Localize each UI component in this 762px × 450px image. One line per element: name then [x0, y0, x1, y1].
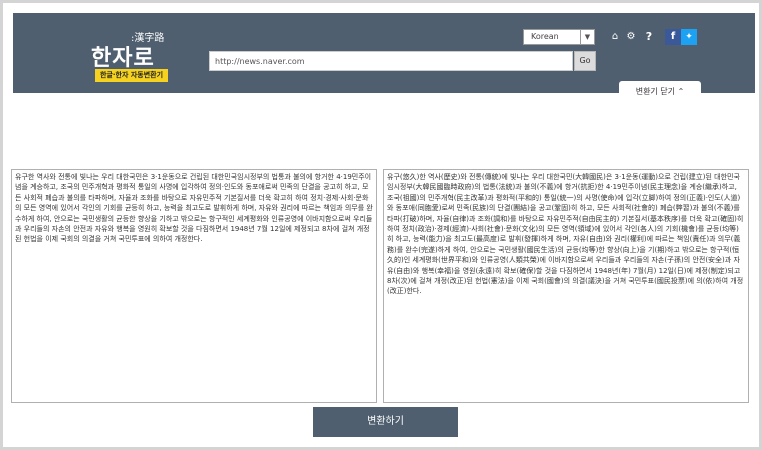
facebook-icon[interactable]: f	[665, 29, 681, 45]
source-text-input[interactable]: 유구한 역사와 전통에 빛나는 우리 대한국민은 3·1운동으로 건립된 대한민…	[11, 169, 377, 403]
home-icon[interactable]: ⌂	[607, 29, 623, 45]
header-bar: :漢字路 한자로 한글·한자 자동변환기 Go Korean ▼ ⌂ ⚙ ? f…	[13, 13, 755, 103]
logo[interactable]: 한자로	[91, 40, 155, 72]
chevron-down-icon: ▼	[580, 30, 594, 44]
language-select[interactable]: Korean ▼	[523, 29, 595, 45]
page-frame: :漢字路 한자로 한글·한자 자동변환기 Go Korean ▼ ⌂ ⚙ ? f…	[3, 3, 759, 447]
close-converter-tab[interactable]: 변환기 닫기 ⌃	[619, 81, 701, 103]
result-text-output[interactable]: 유구(悠久)한 역사(歷史)와 전통(傳統)에 빛나는 우리 대한국민(大韓國民…	[383, 169, 749, 403]
twitter-icon[interactable]: ✦	[681, 29, 697, 45]
language-value: Korean	[531, 32, 559, 41]
gear-icon[interactable]: ⚙	[623, 29, 639, 45]
convert-button[interactable]: 변환하기	[313, 407, 458, 437]
converter-badge: 한글·한자 자동변환기	[95, 69, 169, 82]
go-button[interactable]: Go	[574, 51, 596, 71]
url-input[interactable]	[209, 51, 573, 71]
help-icon[interactable]: ?	[641, 29, 657, 45]
